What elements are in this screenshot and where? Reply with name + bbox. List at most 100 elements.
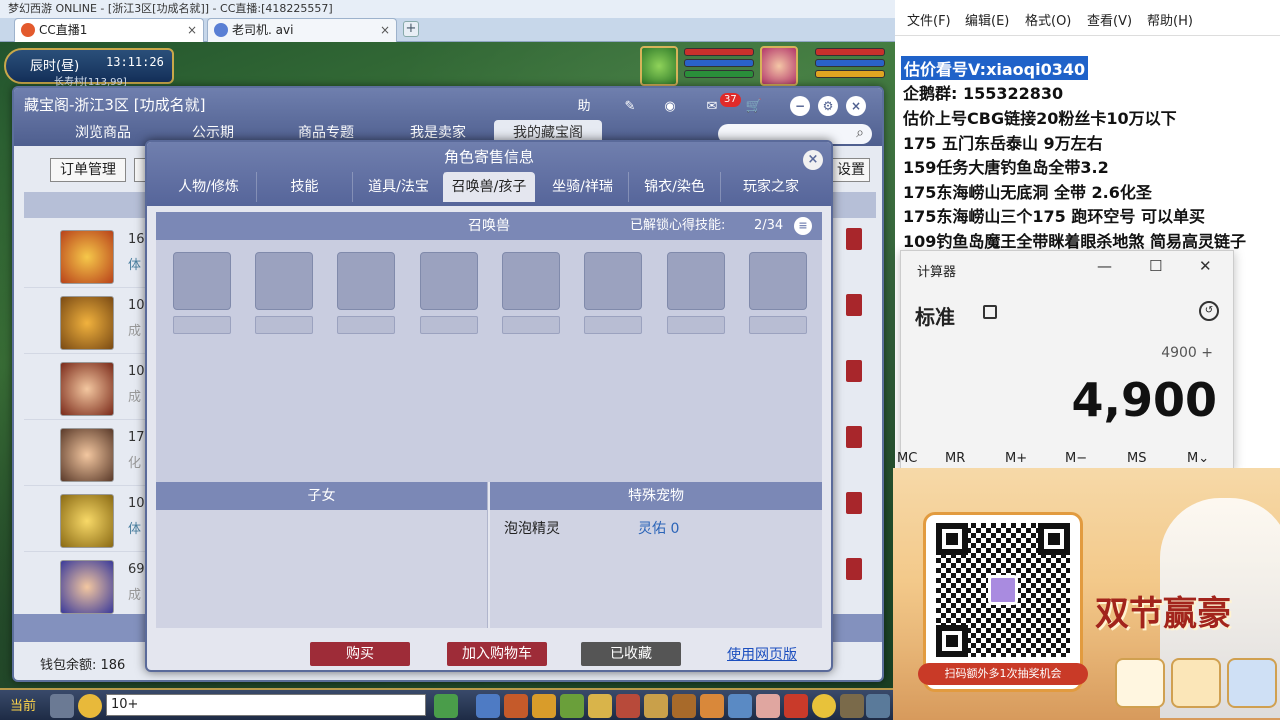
notepad-line-selected[interactable]: 估价看号V:xiaoqi0340	[901, 56, 1089, 80]
dialog-close-button[interactable]: ×	[803, 150, 823, 170]
tab-character[interactable]: 人物/修炼	[161, 172, 257, 202]
menu-edit[interactable]: 编辑(E)	[965, 10, 1009, 29]
edit-icon[interactable]: ✎	[618, 96, 642, 118]
browser-tab-video[interactable]: 老司机. avi ×	[207, 18, 397, 42]
guild-icon[interactable]	[672, 694, 696, 718]
cart-icon[interactable]: 🛒	[742, 96, 766, 118]
minimize-icon[interactable]: —	[1097, 257, 1112, 275]
pet-slot[interactable]	[173, 252, 231, 310]
notepad-line[interactable]: 估价上号CBG链接20粉丝卡10万以下	[903, 105, 1177, 129]
skill-icon[interactable]	[560, 694, 584, 718]
favorited-button[interactable]: 已收藏	[581, 642, 681, 666]
prize-item-icon[interactable]	[1171, 658, 1221, 708]
pet-slot[interactable]	[255, 252, 313, 310]
player-portrait[interactable]	[760, 46, 798, 86]
list-item[interactable]: 10 成	[24, 356, 154, 420]
microphone-icon[interactable]	[50, 694, 74, 718]
smile-icon[interactable]	[812, 694, 836, 718]
row-tag[interactable]	[846, 492, 862, 514]
minimize-button[interactable]: −	[790, 96, 810, 116]
memory-clear-button[interactable]: MC	[897, 451, 917, 466]
notepad-line[interactable]: 175 五门东岳泰山 9万左右	[903, 130, 1103, 154]
list-item[interactable]: 10 成	[24, 290, 154, 354]
team-icon[interactable]	[434, 694, 458, 718]
memory-add-button[interactable]: M+	[1005, 451, 1027, 466]
tab-outfits[interactable]: 锦衣/染色	[629, 172, 721, 202]
tab-items[interactable]: 道具/法宝	[353, 172, 445, 202]
notepad-line[interactable]: 175东海崂山三个175 跑环空号 可以单买	[903, 203, 1205, 227]
trade-icon[interactable]	[700, 694, 724, 718]
list-item[interactable]: 69 成	[24, 554, 154, 618]
qr-code-frame[interactable]: 扫码额外多1次抽奖机会	[918, 512, 1088, 692]
tab-close-icon[interactable]: ×	[380, 19, 390, 41]
close-button[interactable]: ×	[846, 96, 866, 116]
search-icon[interactable]: ⌕	[856, 125, 864, 141]
menu-file[interactable]: 文件(F)	[907, 10, 951, 29]
sword-icon[interactable]	[476, 694, 500, 718]
memory-store-button[interactable]: MS	[1127, 451, 1146, 466]
emoji-icon[interactable]	[78, 694, 102, 718]
row-tag[interactable]	[846, 360, 862, 382]
keep-on-top-icon[interactable]	[983, 305, 997, 319]
friend-icon[interactable]	[756, 694, 780, 718]
pet-slot[interactable]	[337, 252, 395, 310]
pet-icon[interactable]	[588, 694, 612, 718]
row-tag[interactable]	[846, 558, 862, 580]
notepad-line[interactable]: 企鹅群: 155322830	[903, 80, 1063, 104]
pet-slot[interactable]	[502, 252, 560, 310]
prize-item-icon[interactable]	[1115, 658, 1165, 708]
menu-view[interactable]: 查看(V)	[1087, 10, 1132, 29]
use-web-version-link[interactable]: 使用网页版	[727, 644, 797, 664]
special-pets-panel: 特殊宠物 泡泡精灵 灵佑 0	[490, 482, 822, 628]
map-icon[interactable]	[728, 694, 752, 718]
browser-tab-cc[interactable]: CC直播1 ×	[14, 18, 204, 42]
system-icon[interactable]	[840, 694, 864, 718]
list-item[interactable]: 16 体	[24, 224, 154, 288]
buy-button[interactable]: 购买	[310, 642, 410, 666]
memory-recall-button[interactable]: MR	[945, 451, 965, 466]
pet-slot[interactable]	[420, 252, 478, 310]
menu-format[interactable]: 格式(O)	[1025, 10, 1071, 29]
row-tag[interactable]	[846, 426, 862, 448]
pet-slot[interactable]	[584, 252, 642, 310]
help-button[interactable]: 助	[572, 96, 596, 118]
tab-close-icon[interactable]: ×	[187, 19, 197, 41]
notepad-line[interactable]: 109钓鱼岛魔王全带眯着眼杀地煞 简易高灵链子	[903, 228, 1246, 252]
record-icon[interactable]: ◉	[658, 96, 682, 118]
tab-browse[interactable]: 浏览商品	[58, 120, 148, 146]
new-tab-button[interactable]: +	[403, 21, 419, 37]
scroll-icon[interactable]	[644, 694, 668, 718]
row-tag[interactable]	[846, 294, 862, 316]
pet-slot[interactable]	[667, 252, 725, 310]
tab-skills[interactable]: 技能	[257, 172, 353, 202]
chat-input[interactable]: 10+	[106, 694, 426, 716]
pet-portrait[interactable]	[640, 46, 678, 86]
list-item[interactable]: 17 化	[24, 422, 154, 486]
tab-player-home[interactable]: 玩家之家	[723, 172, 819, 202]
memory-list-button[interactable]: M⌄	[1187, 451, 1209, 466]
bag-icon[interactable]	[504, 694, 528, 718]
list-icon[interactable]: ≡	[794, 217, 812, 235]
maximize-icon[interactable]: ☐	[1149, 257, 1162, 275]
history-icon[interactable]: ↺	[1199, 301, 1219, 321]
quest-icon[interactable]	[616, 694, 640, 718]
phone-prize-icon[interactable]	[1227, 658, 1277, 708]
add-to-cart-button[interactable]: 加入购物车	[447, 642, 547, 666]
notepad-line[interactable]: 175东海崂山无底洞 全带 2.6化圣	[903, 179, 1152, 203]
list-item[interactable]: 10 体	[24, 488, 154, 552]
menu-help[interactable]: 帮助(H)	[1147, 10, 1193, 29]
notepad-menu-bar: 文件(F) 编辑(E) 格式(O) 查看(V) 帮助(H)	[895, 0, 1280, 36]
order-management-button[interactable]: 订单管理	[50, 158, 126, 182]
close-icon[interactable]: ✕	[1199, 257, 1212, 275]
memory-subtract-button[interactable]: M−	[1065, 451, 1087, 466]
gift-icon[interactable]	[532, 694, 556, 718]
computer-icon[interactable]	[866, 694, 890, 718]
tab-pets[interactable]: 召唤兽/孩子	[443, 172, 535, 202]
row-tag[interactable]	[846, 228, 862, 250]
chat-channel[interactable]: 当前	[10, 695, 36, 714]
pet-slot[interactable]	[749, 252, 807, 310]
notepad-line[interactable]: 159任务大唐钓鱼岛全带3.2	[903, 154, 1109, 178]
alert-icon[interactable]	[784, 694, 808, 718]
settings-gear-icon[interactable]: ⚙	[818, 96, 838, 116]
tab-mounts[interactable]: 坐骑/祥瑞	[537, 172, 629, 202]
